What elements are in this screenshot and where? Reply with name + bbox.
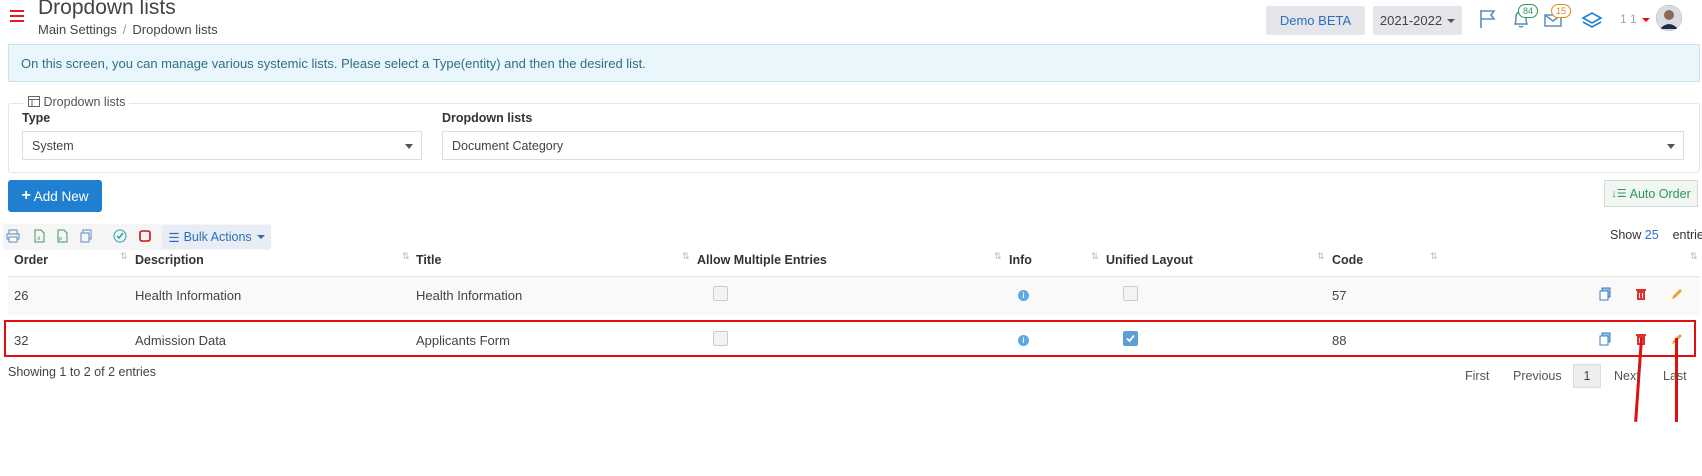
column-header-allow-multiple[interactable]: Allow Multiple Entries bbox=[697, 253, 827, 267]
sort-icon[interactable]: ⇅ bbox=[994, 251, 1002, 262]
sort-order-icon: ↓☰ bbox=[1611, 188, 1627, 200]
column-header-description[interactable]: Description bbox=[135, 253, 204, 267]
layers-icon[interactable] bbox=[1579, 6, 1605, 32]
info-icon[interactable]: i bbox=[1018, 335, 1029, 346]
filter-legend-text: Dropdown lists bbox=[43, 95, 126, 109]
auto-order-button[interactable]: ↓☰ Auto Order bbox=[1604, 180, 1698, 207]
hamburger-icon[interactable] bbox=[10, 10, 24, 22]
auto-order-label: Auto Order bbox=[1629, 186, 1691, 201]
messages-badge: 15 bbox=[1551, 4, 1572, 18]
sort-icon[interactable]: ⇅ bbox=[1690, 251, 1698, 262]
bulk-actions-button[interactable]: ☰ Bulk Actions bbox=[162, 225, 271, 249]
print-icon[interactable] bbox=[6, 229, 20, 243]
checkmark-icon bbox=[1126, 334, 1135, 343]
breadcrumb: Main Settings / Dropdown lists bbox=[38, 22, 218, 37]
allow-multiple-checkbox[interactable] bbox=[713, 286, 728, 301]
user-count: 1 1 bbox=[1620, 12, 1650, 26]
chevron-down-icon[interactable] bbox=[1641, 17, 1650, 22]
list-icon: ☰ bbox=[168, 230, 180, 245]
unified-layout-checkbox[interactable] bbox=[1123, 286, 1138, 301]
pagination-previous[interactable]: Previous bbox=[1513, 369, 1562, 383]
page-title: Dropdown lists bbox=[38, 0, 176, 19]
year-select[interactable]: 2021-2022 bbox=[1373, 6, 1462, 35]
cell-code: 57 bbox=[1332, 288, 1347, 303]
filter-legend: Dropdown lists bbox=[24, 95, 130, 109]
breadcrumb-item-main-settings[interactable]: Main Settings bbox=[38, 22, 117, 37]
sort-icon[interactable]: ⇅ bbox=[1430, 251, 1438, 262]
dropdown-lists-label: Dropdown lists bbox=[442, 111, 533, 125]
dropdown-list-select[interactable]: Document Category bbox=[442, 131, 1684, 160]
check-all-icon[interactable] bbox=[113, 229, 127, 243]
cell-order: 32 bbox=[14, 333, 29, 348]
copy-icon[interactable] bbox=[79, 229, 93, 243]
plus-icon: + bbox=[21, 187, 31, 204]
sort-icon[interactable]: ⇅ bbox=[1091, 251, 1099, 262]
column-header-code[interactable]: Code bbox=[1332, 253, 1363, 267]
sort-icon[interactable]: ⇅ bbox=[682, 251, 690, 262]
year-value: 2021-2022 bbox=[1379, 13, 1443, 28]
sort-icon[interactable]: ⇅ bbox=[120, 251, 128, 262]
copy-row-icon[interactable] bbox=[1598, 287, 1612, 301]
copy-row-icon[interactable] bbox=[1598, 332, 1612, 346]
user-count-text: 1 1 bbox=[1620, 12, 1637, 26]
add-new-button[interactable]: + Add New bbox=[8, 180, 102, 212]
trash-icon[interactable] bbox=[1634, 287, 1648, 301]
sort-icon[interactable]: ⇅ bbox=[1317, 251, 1325, 262]
chevron-down-icon bbox=[1667, 144, 1675, 149]
column-header-order[interactable]: Order bbox=[14, 253, 48, 267]
dropdown-list-select-value: Document Category bbox=[452, 138, 564, 153]
show-label: Show bbox=[1610, 228, 1642, 242]
info-alert: On this screen, you can manage various s… bbox=[8, 44, 1700, 82]
chevron-down-icon bbox=[256, 235, 265, 239]
pencil-icon[interactable] bbox=[1670, 287, 1684, 301]
column-header-unified-layout[interactable]: Unified Layout bbox=[1106, 253, 1193, 267]
bulk-actions-label: Bulk Actions bbox=[183, 230, 252, 244]
uncheck-icon[interactable] bbox=[138, 229, 152, 243]
column-header-title[interactable]: Title bbox=[416, 253, 441, 267]
pagination-first[interactable]: First bbox=[1465, 369, 1489, 383]
avatar-image bbox=[1656, 5, 1682, 31]
show-entries: Show 25 entries bbox=[1610, 228, 1702, 242]
breadcrumb-separator: / bbox=[122, 22, 127, 37]
table-row: 26 Health Information Health Information… bbox=[8, 276, 1700, 315]
pdf-icon[interactable]: p bbox=[55, 229, 69, 243]
breadcrumb-item-current: Dropdown lists bbox=[132, 22, 218, 37]
svg-text:x: x bbox=[37, 235, 41, 242]
allow-multiple-checkbox[interactable] bbox=[713, 331, 728, 346]
type-label: Type bbox=[22, 111, 51, 125]
type-select-value: System bbox=[32, 138, 74, 153]
table-icon bbox=[28, 96, 40, 107]
info-icon[interactable]: i bbox=[1018, 290, 1029, 301]
notifications-badge: 84 bbox=[1518, 4, 1539, 18]
demo-beta-button[interactable]: Demo BETA bbox=[1266, 6, 1365, 35]
cell-description: Admission Data bbox=[135, 333, 227, 348]
pagination-next[interactable]: Next bbox=[1614, 369, 1640, 383]
cell-title: Health Information bbox=[416, 288, 523, 303]
show-entries-select[interactable]: 25 bbox=[1645, 228, 1659, 242]
cell-code: 88 bbox=[1332, 333, 1347, 348]
svg-text:p: p bbox=[59, 236, 62, 242]
table-row: 32 Admission Data Applicants Form i 88 bbox=[8, 322, 1700, 360]
unified-layout-checkbox[interactable] bbox=[1123, 331, 1138, 346]
cell-description: Health Information bbox=[135, 288, 242, 303]
cell-title: Applicants Form bbox=[416, 333, 510, 348]
chevron-down-icon bbox=[405, 144, 413, 149]
avatar[interactable] bbox=[1656, 5, 1682, 31]
add-new-label: Add New bbox=[33, 188, 89, 204]
sort-icon[interactable]: ⇅ bbox=[402, 251, 410, 262]
column-header-info[interactable]: Info bbox=[1009, 253, 1032, 267]
pagination-last[interactable]: Last bbox=[1663, 369, 1687, 383]
excel-icon[interactable]: x bbox=[32, 229, 46, 243]
cell-order: 26 bbox=[14, 288, 29, 303]
pagination-current-page[interactable]: 1 bbox=[1573, 364, 1601, 388]
type-select[interactable]: System bbox=[22, 131, 422, 160]
show-entries-suffix: entries bbox=[1672, 228, 1702, 242]
chevron-down-icon bbox=[1447, 18, 1456, 23]
flag-icon[interactable] bbox=[1475, 6, 1501, 32]
showing-entries-text: Showing 1 to 2 of 2 entries bbox=[8, 365, 157, 379]
